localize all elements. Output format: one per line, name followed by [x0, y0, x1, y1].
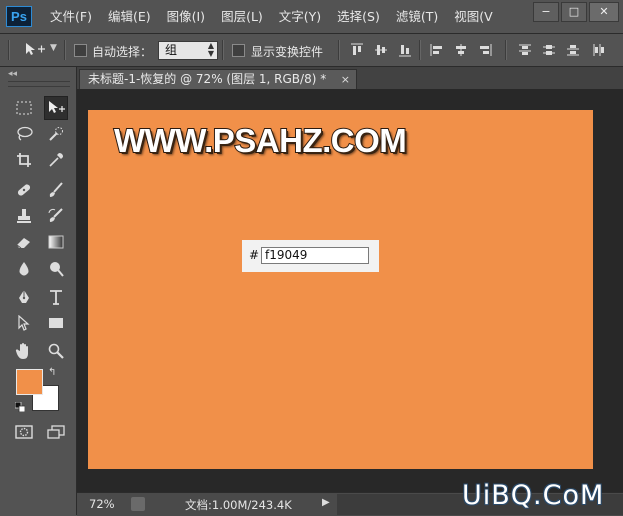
document-tab-bar: 未标题-1-恢复的 @ 72% (图层 1, RGB/8) * ×: [77, 67, 623, 89]
status-menu-arrow-icon[interactable]: ▶: [322, 497, 330, 508]
separator: [505, 40, 507, 60]
show-transform-label: 显示变换控件: [251, 45, 324, 59]
menu-type[interactable]: 文字(Y): [279, 0, 321, 33]
auto-select-target-value: 组: [165, 43, 178, 57]
distribute-left-icon[interactable]: [592, 43, 606, 57]
hex-color-panel: # f19049: [242, 240, 379, 272]
separator: [419, 40, 421, 60]
document-tab[interactable]: 未标题-1-恢复的 @ 72% (图层 1, RGB/8) * ×: [79, 69, 357, 89]
eraser-tool-icon[interactable]: [12, 230, 36, 254]
align-left-icon[interactable]: [430, 43, 444, 57]
type-tool-icon[interactable]: [44, 285, 68, 309]
hex-hash-label: #: [249, 248, 260, 262]
maximize-button[interactable]: □: [561, 2, 587, 22]
updown-arrows-icon: ▲ ▼: [207, 41, 214, 58]
menu-image[interactable]: 图像(I): [167, 0, 205, 33]
auto-select-label: 自动选择：: [92, 45, 153, 59]
align-vertical-center-icon[interactable]: [374, 43, 388, 57]
menu-select[interactable]: 选择(S): [337, 0, 380, 33]
toolbox-grip[interactable]: [8, 81, 70, 87]
align-bottom-icon[interactable]: [398, 43, 412, 57]
screen-mode-icon[interactable]: [44, 420, 68, 444]
zoom-tool-icon[interactable]: [44, 339, 68, 363]
swap-colors-icon[interactable]: ↰: [48, 367, 56, 378]
menu-bar: Ps 文件(F) 编辑(E) 图像(I) 图层(L) 文字(Y) 选择(S) 滤…: [0, 0, 623, 34]
menu-items: 文件(F) 编辑(E) 图像(I) 图层(L) 文字(Y) 选择(S) 滤镜(T…: [50, 0, 509, 33]
photoshop-logo: Ps: [6, 6, 32, 27]
move-tool-preset-icon[interactable]: [24, 42, 46, 60]
distribute-vertical-center-icon[interactable]: [542, 43, 556, 57]
close-button[interactable]: ✕: [589, 2, 619, 22]
canvas[interactable]: WWW.PSAHZ.COM # f19049: [88, 110, 593, 469]
default-colors-icon[interactable]: [14, 401, 26, 413]
menu-filter[interactable]: 滤镜(T): [396, 0, 438, 33]
brush-tool-icon[interactable]: [44, 178, 68, 202]
path-selection-tool-icon[interactable]: [12, 311, 36, 335]
options-grip: [8, 40, 10, 60]
separator: [222, 40, 224, 60]
workspace: WWW.PSAHZ.COM # f19049: [77, 89, 623, 492]
align-horizontal-center-icon[interactable]: [454, 43, 468, 57]
close-tab-icon[interactable]: ×: [341, 70, 350, 89]
align-top-icon[interactable]: [350, 43, 364, 57]
align-right-icon[interactable]: [478, 43, 492, 57]
preset-dropdown-icon[interactable]: ▼: [50, 43, 57, 53]
zoom-level[interactable]: 72%: [89, 497, 115, 511]
canvas-watermark-text: WWW.PSAHZ.COM: [113, 121, 408, 160]
menu-edit[interactable]: 编辑(E): [108, 0, 151, 33]
menu-view[interactable]: 视图(V: [454, 0, 492, 33]
distribute-top-icon[interactable]: [518, 43, 532, 57]
window-controls: − □ ✕: [533, 2, 619, 22]
document-size-info: 文档:1.00M/243.4K: [185, 498, 292, 512]
site-watermark: UiBQ.CoM: [462, 480, 605, 511]
auto-select-checkbox[interactable]: [74, 44, 87, 57]
history-brush-tool-icon[interactable]: [44, 204, 68, 228]
show-transform-checkbox[interactable]: [232, 44, 245, 57]
separator: [338, 40, 340, 60]
marquee-tool-icon[interactable]: [12, 96, 36, 120]
auto-select-target-dropdown[interactable]: 组 ▲ ▼: [158, 41, 218, 60]
lasso-tool-icon[interactable]: [12, 122, 36, 146]
eyedropper-tool-icon[interactable]: [44, 148, 68, 172]
move-tool-icon[interactable]: [44, 96, 68, 120]
document-tab-title: 未标题-1-恢复的 @ 72% (图层 1, RGB/8) *: [88, 72, 327, 86]
toolbox: ◂◂ ↰: [0, 67, 77, 515]
distribute-bottom-icon[interactable]: [566, 43, 580, 57]
pen-tool-icon[interactable]: [12, 285, 36, 309]
hand-tool-icon[interactable]: [12, 339, 36, 363]
clone-stamp-tool-icon[interactable]: [12, 204, 36, 228]
gradient-tool-icon[interactable]: [44, 230, 68, 254]
foreground-color-swatch[interactable]: [16, 369, 43, 395]
menu-file[interactable]: 文件(F): [50, 0, 92, 33]
menu-layer[interactable]: 图层(L): [221, 0, 263, 33]
rectangle-tool-icon[interactable]: [44, 311, 68, 335]
quick-selection-tool-icon[interactable]: [44, 122, 68, 146]
hex-color-input[interactable]: f19049: [261, 247, 369, 264]
options-bar: ▼ 自动选择： 组 ▲ ▼ 显示变换控件: [0, 34, 623, 67]
collapse-icon[interactable]: ◂◂: [8, 69, 17, 79]
quick-mask-icon[interactable]: [12, 420, 36, 444]
minimize-button[interactable]: −: [533, 2, 559, 22]
spot-healing-brush-icon[interactable]: [12, 178, 36, 202]
status-info-icon[interactable]: [131, 497, 145, 511]
blur-tool-icon[interactable]: [12, 257, 36, 281]
separator: [64, 40, 66, 60]
dodge-tool-icon[interactable]: [44, 257, 68, 281]
crop-tool-icon[interactable]: [12, 148, 36, 172]
